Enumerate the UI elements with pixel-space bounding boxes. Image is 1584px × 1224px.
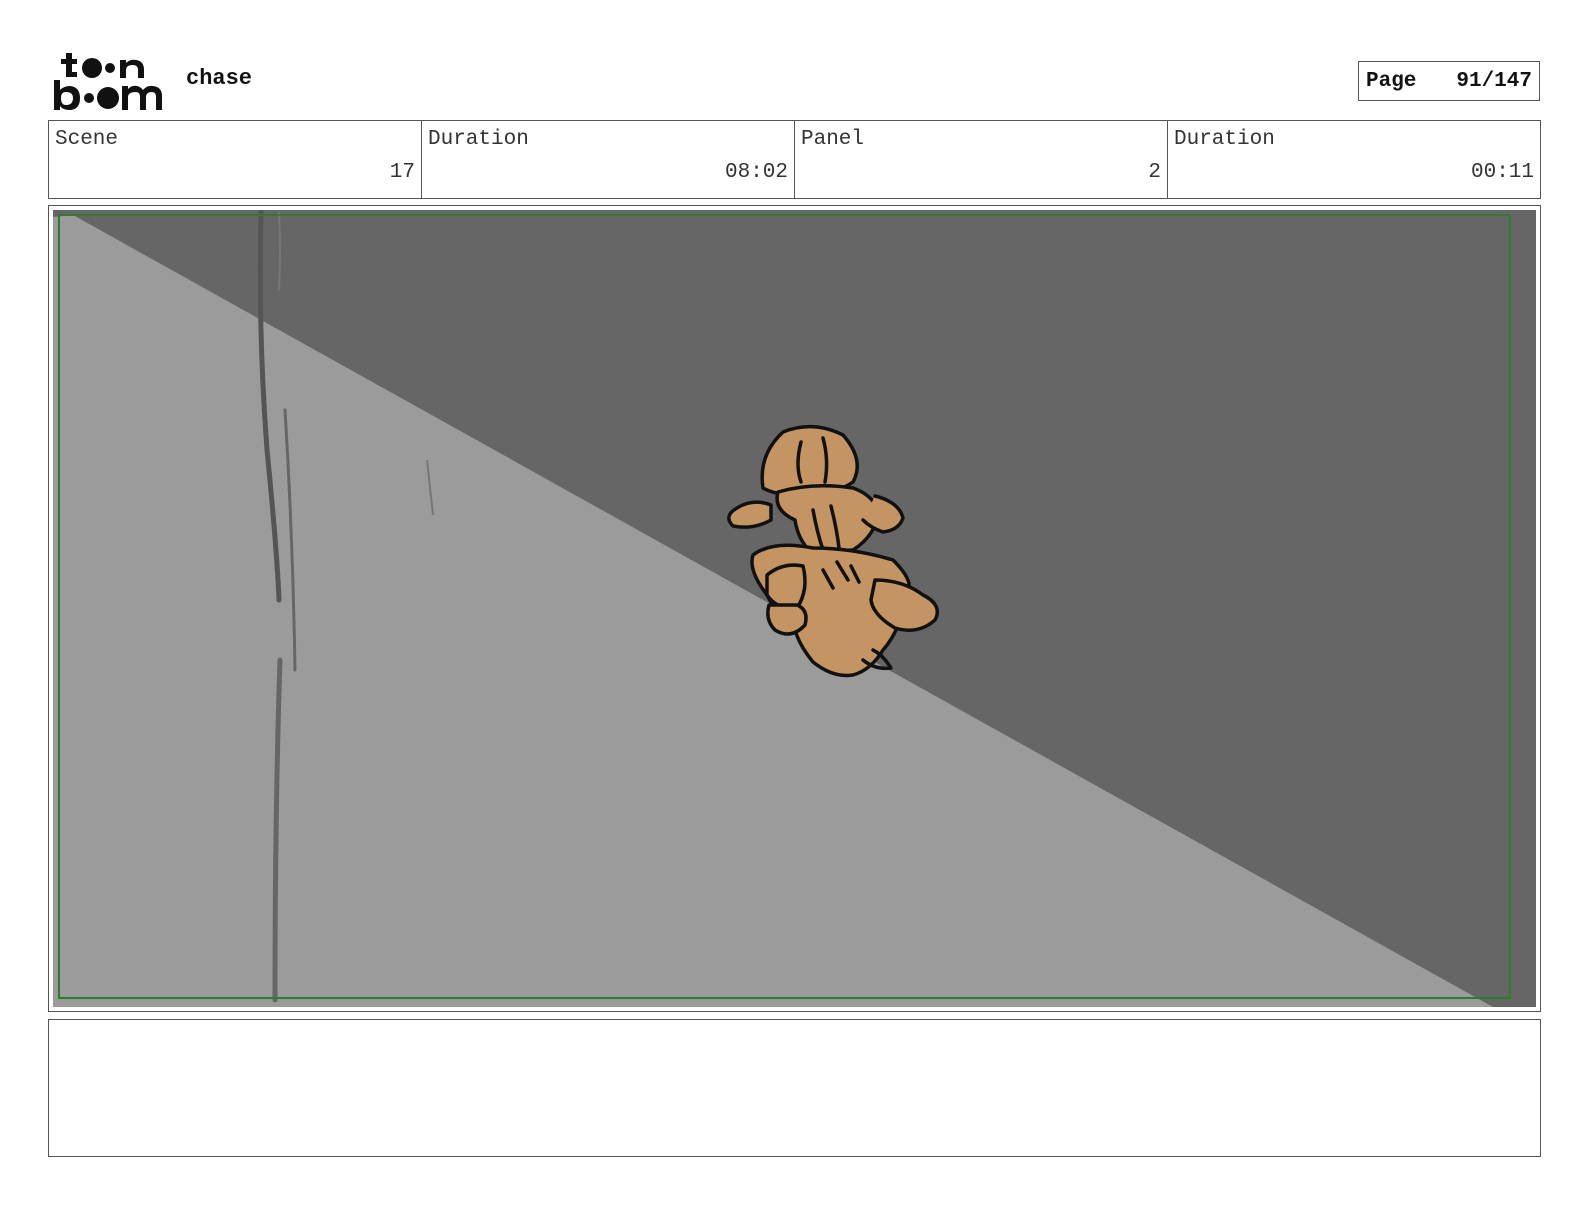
panel-duration-label: Duration (1174, 128, 1275, 151)
panel-value: 2 (1148, 161, 1161, 184)
page-label: Page (1366, 69, 1417, 93)
panel-label: Panel (801, 128, 865, 151)
pole-sketch-line (278, 211, 281, 291)
scene-value: 17 (389, 161, 415, 184)
scene-duration-label: Duration (428, 128, 529, 151)
panel-frame (48, 205, 1541, 1012)
notes-box (48, 1019, 1541, 1157)
scene-cell: Scene 17 (49, 121, 421, 198)
panel-duration-cell: Duration 00:11 (1167, 121, 1540, 198)
scene-label: Scene (55, 128, 119, 151)
panel-drawing (53, 210, 1536, 1007)
panel-info-row: Scene 17 Duration 08:02 Panel 2 Duration… (48, 120, 1541, 199)
page-number: 91/147 (1456, 69, 1532, 93)
page-indicator: Page 91/147 (1358, 61, 1540, 101)
scene-duration-cell: Duration 08:02 (421, 121, 794, 198)
panel-duration-value: 00:11 (1470, 161, 1534, 184)
scene-duration-value: 08:02 (724, 161, 788, 184)
toon-boom-logo-icon (54, 53, 162, 110)
panel-cell: Panel 2 (794, 121, 1167, 198)
project-title: chase (186, 66, 253, 91)
